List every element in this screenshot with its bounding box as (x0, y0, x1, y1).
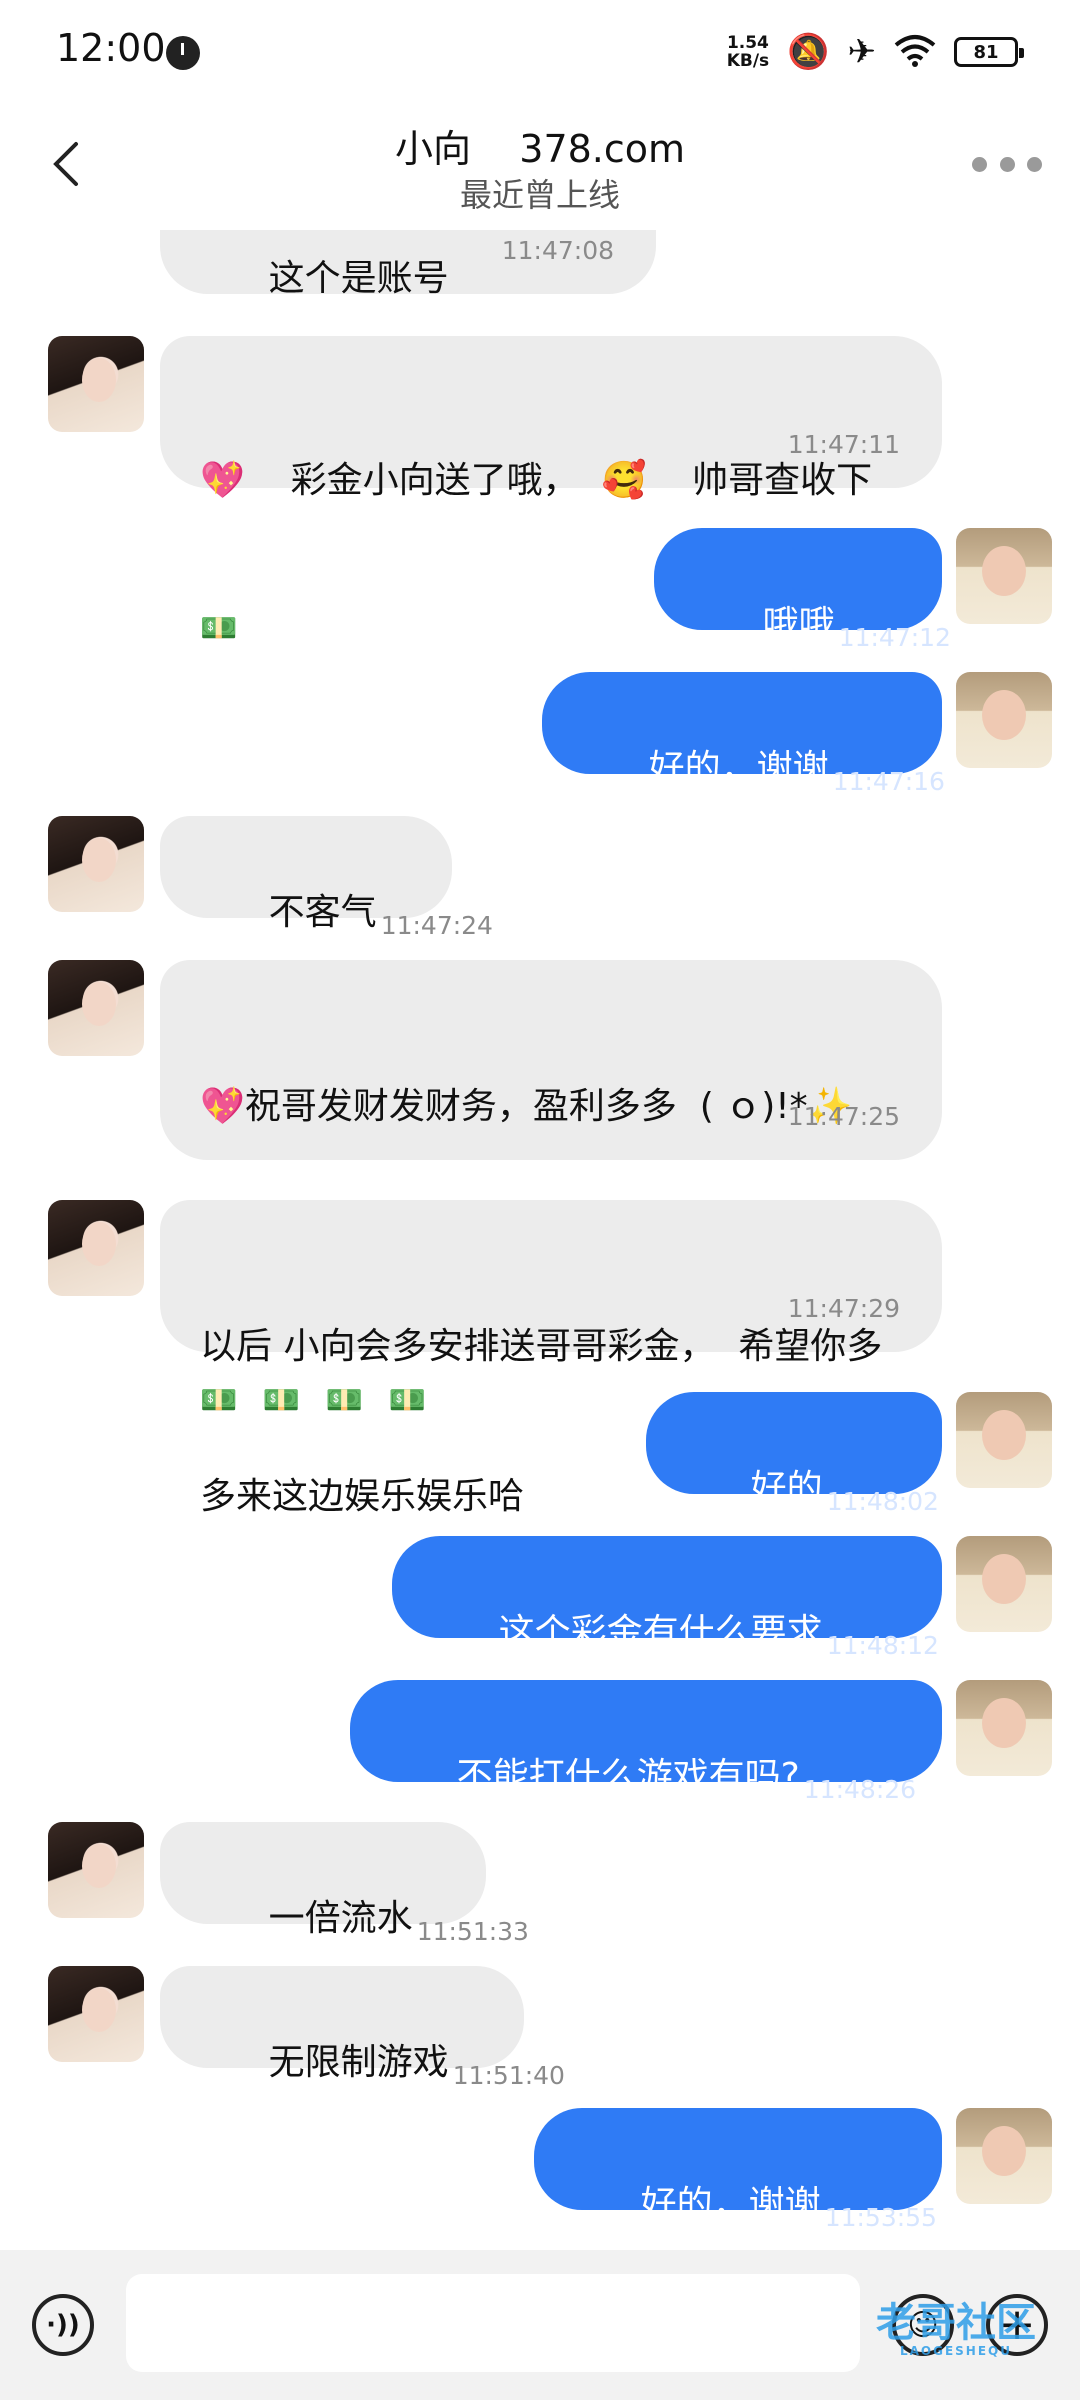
read-receipt-icon: ✓✓ (942, 1488, 984, 1516)
message-time: 11:47:08 (501, 236, 614, 265)
message-time: 11:47:25 (787, 1102, 900, 1131)
message-time: 11:48:02 (826, 1487, 939, 1516)
alarm-clock-icon (166, 36, 200, 70)
contact-avatar[interactable] (48, 1966, 144, 2062)
message-text: 不能打什么游戏有吗? (456, 1756, 800, 1797)
status-bar: 12:00 1.54 KB/s 🔕 ✈ 81 (0, 0, 1080, 100)
contact-avatar[interactable] (48, 1822, 144, 1918)
message-text: 好的，谢谢 (648, 748, 829, 789)
read-receipt-icon: ✓✓ (920, 1776, 961, 1804)
dot-icon (972, 156, 987, 172)
message-text: 好的，谢谢 (640, 2184, 821, 2225)
my-avatar[interactable] (956, 1680, 1052, 1776)
read-receipt-icon: ✓✓ (954, 624, 996, 652)
status-time: 12:00 (56, 26, 166, 70)
more-options-button[interactable] (972, 144, 1042, 184)
contact-name: 小向 378.com (394, 127, 686, 171)
message-time: 11:47:24 (380, 911, 493, 940)
read-receipt-icon: ✓✓ (942, 1632, 984, 1660)
watermark-logo: 老哥社区 LAOGESHEQU (846, 2290, 1066, 2380)
message-time: 11:51:40 (452, 2061, 565, 2090)
message-time: 11:47:16 (832, 767, 945, 796)
read-receipt-icon: ✓✓ (948, 768, 990, 796)
network-speed: 1.54 KB/s (727, 34, 769, 70)
airplane-icon: ✈ (847, 32, 877, 72)
message-bubble-outgoing[interactable]: 这个彩金有什么要求 11:48:12 ✓✓ (392, 1536, 983, 1660)
message-bubble-incoming[interactable]: 💖祝哥发财发财务，盈利多多 ( ｏ)!*✨ 💵 💵 💵 💵 💵 💵 💵 💵 💵 … (160, 960, 942, 1418)
message-text: 这个是账号 (268, 258, 449, 299)
message-time: 11:47:29 (787, 1294, 900, 1323)
message-text: 这个彩金有什么要求 (498, 1612, 823, 1653)
contact-avatar[interactable] (48, 960, 144, 1056)
contact-avatar[interactable] (48, 1200, 144, 1296)
message-time: 11:48:12 (826, 1631, 939, 1660)
watermark-subtext: LAOGESHEQU (899, 2344, 1012, 2358)
sent-receipt-icon: ✓ (940, 2204, 962, 2232)
message-time: 11:51:33 (416, 1917, 529, 1946)
message-bubble-incoming[interactable]: 这个是账号 11:47:08 (160, 230, 656, 299)
message-bubble-incoming[interactable]: 以后 小向会多安排送哥哥彩金， 希望你多 多来这边娱乐娱乐哈 11:47:29 (160, 1200, 942, 1517)
message-bubble-incoming[interactable]: 💖 彩金小向送了哦， 🥰 帅哥查收下 💵 11:47:11 (160, 336, 942, 646)
network-speed-value: 1.54 (726, 33, 769, 53)
dot-icon (1027, 156, 1042, 172)
message-bubble-outgoing[interactable]: 好的 11:48:02 ✓✓ (646, 1392, 983, 1516)
message-list[interactable]: 这个是账号 11:47:08 💖 彩金小向送了哦， 🥰 帅哥查收下 💵 11:4… (0, 230, 1080, 2250)
message-text: 哦哦 (762, 604, 835, 645)
status-icons: 1.54 KB/s 🔕 ✈ 81 (727, 30, 1024, 74)
voice-input-button[interactable]: ·)) (32, 2294, 94, 2356)
battery-icon: 81 (954, 37, 1024, 67)
message-time: 11:48:26 (803, 1775, 917, 1804)
message-input[interactable] (126, 2274, 860, 2372)
message-text: 无限制游戏 (268, 2042, 449, 2083)
message-bubble-incoming[interactable]: 不客气 11:47:24 (160, 816, 493, 940)
message-bubble-outgoing[interactable]: 不能打什么游戏有吗? 11:48:26 ✓✓ (350, 1680, 960, 1804)
watermark-text: 老哥社区 (876, 2300, 1036, 2346)
message-text: 一倍流水 (268, 1898, 413, 1939)
message-time: 11:47:11 (787, 430, 900, 459)
network-speed-unit: KB/s (726, 51, 770, 71)
message-bubble-outgoing[interactable]: 哦哦 11:47:12 ✓✓ (654, 528, 995, 652)
contact-avatar[interactable] (48, 336, 144, 432)
wifi-icon (894, 33, 936, 71)
my-avatar[interactable] (956, 2108, 1052, 2204)
message-composer: ·)) ☺ + 老哥社区 LAOGESHEQU (0, 2250, 1080, 2400)
chat-header: 小向 378.com 最近曾上线 (0, 100, 1080, 230)
voice-wave-icon: ·)) (46, 2310, 80, 2340)
contact-avatar[interactable] (48, 816, 144, 912)
message-text: 好的 (750, 1468, 823, 1509)
contact-status: 最近曾上线 (459, 176, 620, 214)
message-bubble-incoming[interactable]: 一倍流水 11:51:33 (160, 1822, 529, 1946)
message-time: 11:47:12 (838, 623, 951, 652)
message-bubble-incoming[interactable]: 无限制游戏 11:51:40 (160, 1966, 565, 2090)
message-time: 11:53:55 (824, 2203, 937, 2232)
dot-icon (999, 156, 1015, 172)
message-bubble-outgoing[interactable]: 好的，谢谢 11:53:55 ✓ (534, 2108, 961, 2232)
message-text: 不客气 (268, 892, 377, 933)
mute-bell-icon: 🔕 (787, 32, 830, 72)
message-bubble-outgoing[interactable]: 好的，谢谢 11:47:16 ✓✓ (542, 672, 989, 796)
